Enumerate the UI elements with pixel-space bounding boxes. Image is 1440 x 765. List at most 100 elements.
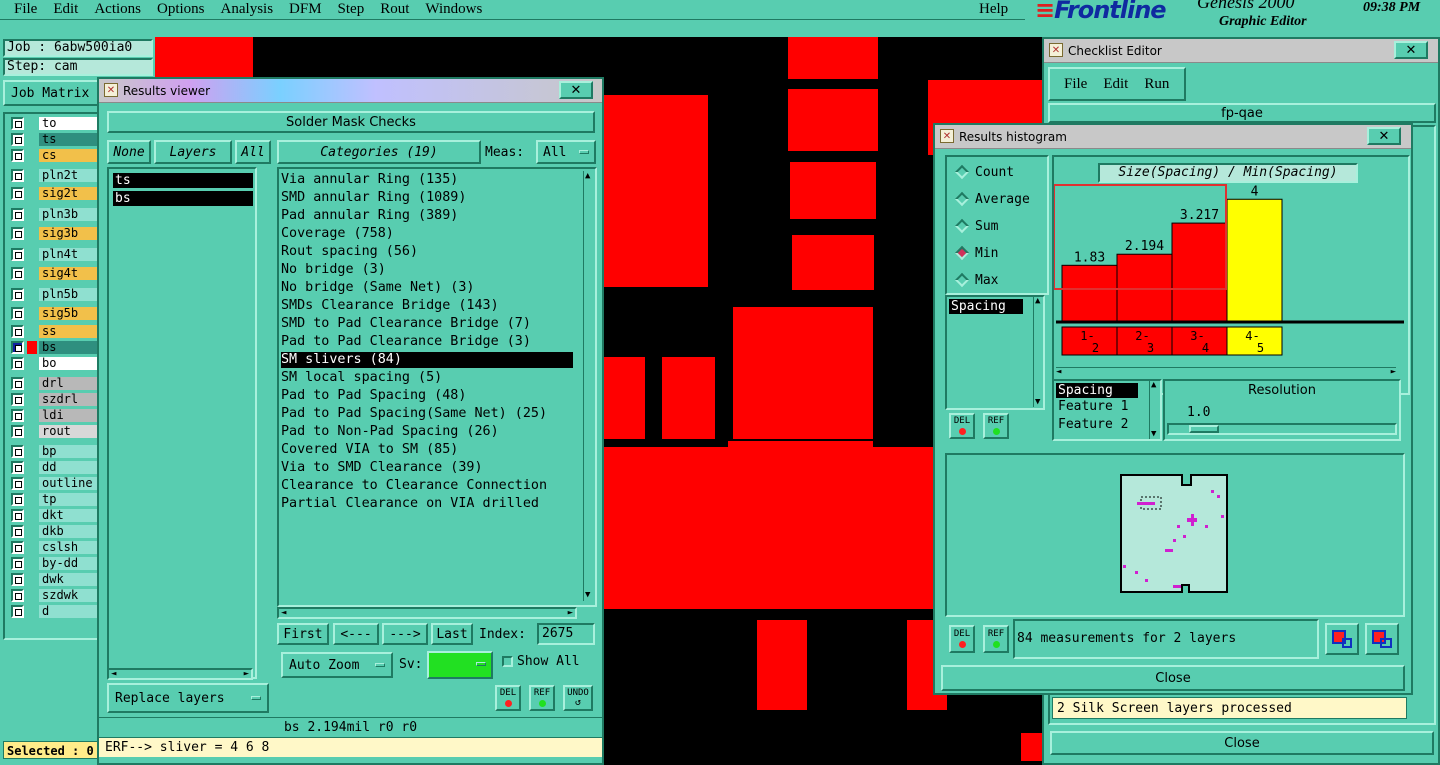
layer-bo[interactable]: bo (39, 357, 97, 370)
all-button[interactable]: All (235, 140, 271, 164)
layer-cs[interactable]: cs (39, 149, 97, 162)
layer-to[interactable]: to (39, 117, 97, 130)
histogram-bar[interactable] (1061, 264, 1118, 322)
menu-options[interactable]: Options (157, 1, 205, 18)
menu-windows[interactable]: Windows (425, 1, 482, 18)
scroll-down-icon[interactable]: ▼ (1151, 430, 1156, 439)
replace-layers-dropdown[interactable]: Replace layers (107, 683, 269, 713)
checklist-menu-edit[interactable]: Edit (1103, 76, 1128, 93)
layer-pln5b[interactable]: pln5b (39, 288, 97, 301)
layer-sig4t[interactable]: sig4t (39, 267, 97, 280)
layer-checkbox[interactable] (11, 509, 24, 522)
category-item[interactable]: SM local spacing (5) (281, 370, 573, 386)
category-item[interactable]: Clearance to Clearance Connection (281, 478, 573, 494)
layer-sig3b[interactable]: sig3b (39, 227, 97, 240)
menu-file[interactable]: File (14, 1, 37, 18)
layer-pln3b[interactable]: pln3b (39, 208, 97, 221)
layer-checkbox[interactable] (11, 445, 24, 458)
none-button[interactable]: None (107, 140, 151, 164)
layer-checkbox[interactable] (11, 589, 24, 602)
layer-d[interactable]: d (39, 605, 97, 618)
category-item[interactable]: Pad annular Ring (389) (281, 208, 573, 224)
del-button[interactable]: DEL (495, 685, 521, 711)
layer-by-dd[interactable]: by-dd (39, 557, 97, 570)
scroll-left-icon[interactable]: ◄ (111, 670, 116, 679)
measure-list[interactable]: Spacing (945, 295, 1045, 410)
feature-item-1[interactable]: Feature 1 (1054, 398, 1160, 416)
zoom-back-button[interactable] (1365, 623, 1399, 655)
menu-rout[interactable]: Rout (380, 1, 409, 18)
category-item[interactable]: SMD annular Ring (1089) (281, 190, 573, 206)
layer-checkbox[interactable] (11, 409, 24, 422)
slider-thumb[interactable] (1189, 425, 1219, 433)
layer-bs[interactable]: bs (39, 341, 97, 354)
layers-button[interactable]: Layers (154, 140, 232, 164)
layer-checkbox[interactable] (11, 461, 24, 474)
layer-sig2t[interactable]: sig2t (39, 187, 97, 200)
auto-zoom-dropdown[interactable]: Auto Zoom (281, 652, 393, 678)
layer-checkbox[interactable] (11, 377, 24, 390)
layer-pln2t[interactable]: pln2t (39, 169, 97, 182)
result-layer-bs[interactable]: bs (113, 191, 253, 206)
layer-checkbox[interactable] (11, 169, 24, 182)
layer-checkbox[interactable] (11, 117, 24, 130)
layer-checkbox[interactable] (11, 288, 24, 301)
scroll-right-icon[interactable]: ► (568, 609, 573, 618)
layer-bp[interactable]: bp (39, 445, 97, 458)
checklist-menu-run[interactable]: Run (1144, 76, 1169, 93)
histogram-titlebar[interactable]: ✕ Results histogram ✕ (935, 125, 1411, 149)
feature-item-spacing[interactable]: Spacing (1056, 383, 1138, 398)
layer-checkbox[interactable] (11, 541, 24, 554)
radio-count[interactable] (954, 164, 970, 180)
histogram-bar[interactable] (1116, 253, 1173, 322)
layer-checkbox[interactable] (11, 227, 24, 240)
layer-list-hscroll[interactable]: ◄ ► (107, 668, 253, 680)
histogram-bar[interactable] (1171, 222, 1228, 322)
scroll-down-icon[interactable]: ▼ (1035, 398, 1040, 407)
checklist-close-button[interactable]: Close (1050, 731, 1434, 755)
categories-button[interactable]: Categories (19) (277, 140, 481, 164)
meas-dropdown[interactable]: All (536, 140, 596, 164)
layer-checkbox[interactable] (11, 425, 24, 438)
layer-cslsh[interactable]: cslsh (39, 541, 97, 554)
result-layer-ts[interactable]: ts (113, 173, 253, 188)
layer-checkbox[interactable] (11, 187, 24, 200)
results-viewer-titlebar[interactable]: ✕ Results viewer ✕ (99, 79, 602, 103)
menu-analysis[interactable]: Analysis (221, 1, 274, 18)
layer-checkbox[interactable] (11, 208, 24, 221)
hist-ref-button-top[interactable]: REF (983, 413, 1009, 439)
category-list[interactable]: Via annular Ring (135) SMD annular Ring (… (277, 167, 597, 607)
hist-del-button-top[interactable]: DEL (949, 413, 975, 439)
layer-checkbox[interactable] (11, 267, 24, 280)
layer-szdrl[interactable]: szdrl (39, 393, 97, 406)
category-vscroll[interactable]: ▲ ▼ (583, 171, 595, 601)
prev-button[interactable]: <--- (333, 623, 379, 645)
radio-min[interactable] (954, 245, 970, 261)
board-preview[interactable] (945, 453, 1405, 617)
show-all-checkbox[interactable] (502, 656, 513, 667)
category-item[interactable]: SMD to Pad Clearance Bridge (7) (281, 316, 573, 332)
category-item[interactable]: Partial Clearance on VIA drilled (281, 496, 573, 512)
category-item[interactable]: No bridge (Same Net) (3) (281, 280, 573, 296)
checklist-titlebar[interactable]: ✕ Checklist Editor ✕ (1044, 39, 1438, 63)
scroll-up-icon[interactable]: ▲ (1151, 381, 1156, 390)
layer-szdwk[interactable]: szdwk (39, 589, 97, 602)
category-item[interactable]: SMDs Clearance Bridge (143) (281, 298, 573, 314)
category-item[interactable]: Via annular Ring (135) (281, 172, 573, 188)
layer-checkbox[interactable] (11, 393, 24, 406)
next-button[interactable]: ---> (382, 623, 428, 645)
layer-checkbox[interactable] (11, 149, 24, 162)
radio-max[interactable] (954, 272, 970, 288)
menu-edit[interactable]: Edit (53, 1, 78, 18)
feature-item-2[interactable]: Feature 2 (1054, 416, 1160, 434)
category-item[interactable]: Pad to Pad Spacing (48) (281, 388, 573, 404)
histogram-bar[interactable] (1226, 198, 1283, 322)
scroll-left-icon[interactable]: ◄ (1056, 368, 1061, 377)
layer-drl[interactable]: drl (39, 377, 97, 390)
chart-hscroll[interactable]: ◄ ► (1056, 367, 1396, 377)
layer-checkbox[interactable] (11, 248, 24, 261)
index-input[interactable]: 2675 (537, 623, 595, 645)
histogram-close[interactable]: ✕ (1367, 127, 1401, 145)
layer-dkb[interactable]: dkb (39, 525, 97, 538)
last-button[interactable]: Last (431, 623, 473, 645)
